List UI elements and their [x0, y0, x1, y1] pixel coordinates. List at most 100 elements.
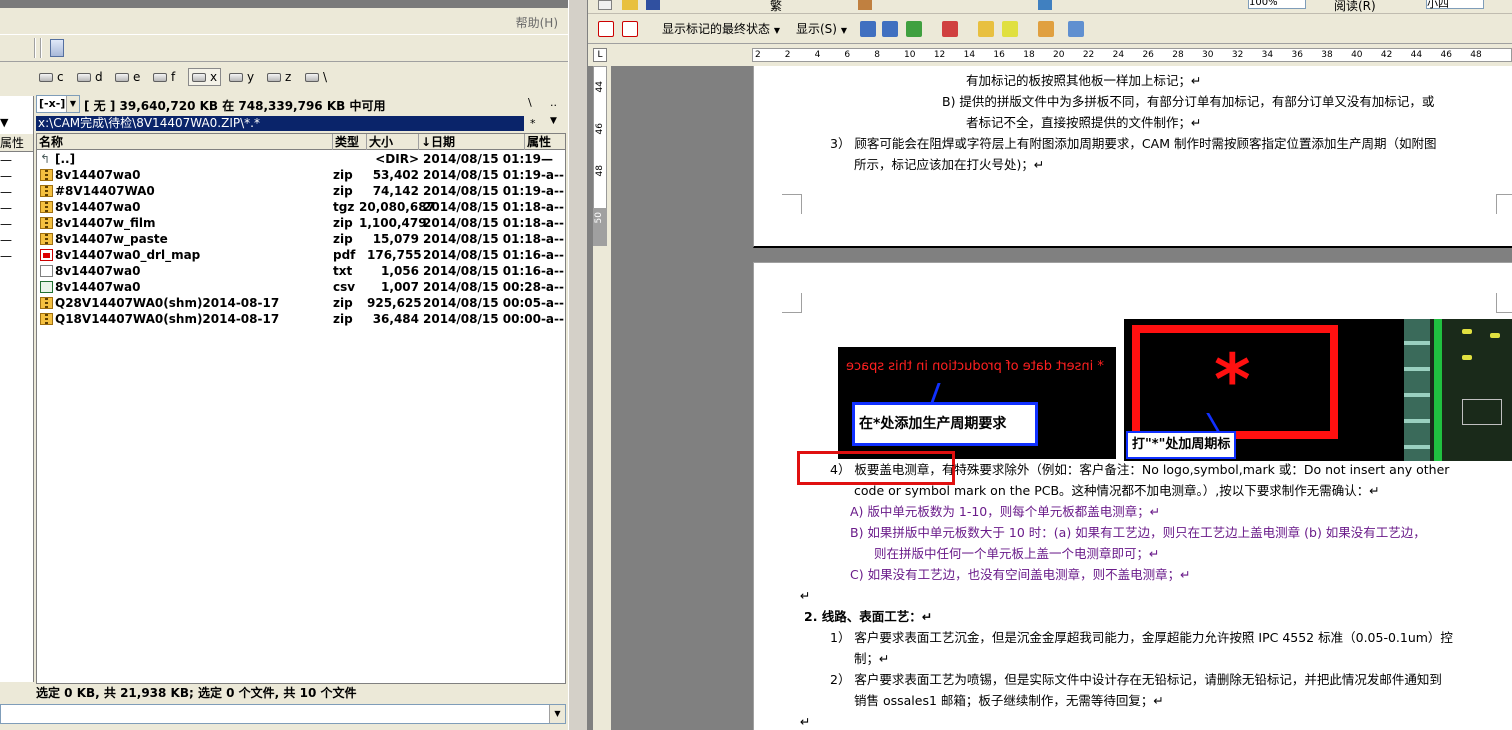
file-row[interactable]: #8V14407WA0 zip 74,142 2014/08/15 01:19-a-- — [37, 183, 565, 199]
drive-label: c — [57, 70, 64, 84]
drive-button-z[interactable]: z — [264, 68, 294, 86]
file-row[interactable]: 8v14407w_paste zip 15,079 2014/08/15 01:18-… — [37, 231, 565, 247]
up-folder-icon: ↰ — [40, 152, 51, 166]
chevron-down-icon: ▼ — [66, 96, 79, 112]
file-row[interactable]: 8v14407wa0 csv 1,007 2014/08/15 00:28-a-- — [37, 279, 565, 295]
file-name: 8v14407w_film — [55, 216, 156, 230]
ruler-tick: 8 — [874, 50, 880, 60]
file-row[interactable]: Q18V14407WA0(shm)2014-08-17 zip 36,484 2014… — [37, 311, 565, 327]
column-header-name[interactable]: 名称 — [37, 134, 333, 150]
other-panel-attr-header[interactable]: 属性 — [0, 134, 33, 152]
previous-change-icon[interactable] — [860, 21, 876, 37]
pcb-date-code-image[interactable]: * insert date of production in this spac… — [838, 347, 1116, 459]
zip-file-icon — [40, 233, 53, 245]
column-header-date[interactable]: ↓日期 — [419, 134, 525, 150]
track-changes-icon[interactable] — [1038, 21, 1054, 37]
ruler-tick: 40 — [1351, 50, 1363, 60]
traditional-chinese-button[interactable]: 繁 — [770, 0, 782, 14]
file-row[interactable]: 8v14407wa0 zip 53,402 2014/08/15 01:19-a-- — [37, 167, 565, 183]
ruler-tick: 38 — [1321, 50, 1333, 60]
zoom-value: 100% — [1249, 0, 1278, 8]
zoom-select[interactable]: 100% — [1248, 0, 1306, 9]
save-icon[interactable] — [646, 0, 660, 10]
next-change-icon[interactable] — [882, 21, 898, 37]
ruler-tick: 12 — [933, 50, 946, 60]
filter-button[interactable]: * — [530, 117, 536, 130]
drive-button-x[interactable]: x — [188, 68, 222, 86]
file-size: 1,100,479 — [359, 216, 427, 230]
ruler-tick: 44 — [1410, 50, 1423, 60]
file-row[interactable]: Q28V14407WA0(shm)2014-08-17 zip 925,625 201… — [37, 295, 565, 311]
new-document-icon[interactable] — [598, 0, 612, 10]
file-date: 2014/08/15 01:19-a-- — [423, 184, 564, 198]
image-callout: 在*处添加生产周期要求 — [852, 402, 1038, 446]
file-row[interactable]: ↰ [..] <DIR> 2014/08/15 01:19— — [37, 151, 565, 167]
tab-selector[interactable]: L — [593, 48, 607, 62]
drive-button-d[interactable]: d — [74, 68, 106, 86]
file-row[interactable]: 8v14407wa0 tgz 20,080,687 2014/08/15 01:18-… — [37, 199, 565, 215]
doc-line: 4） 板要盖电测章，有特殊要求除外（例如：客户备注：No logo,symbol… — [830, 462, 1450, 477]
reject-change-icon[interactable] — [942, 21, 958, 37]
drive-label: x — [210, 70, 218, 84]
reviewing-pane-icon[interactable] — [1068, 21, 1084, 37]
font-size-select[interactable]: 小四 — [1426, 0, 1484, 9]
file-row[interactable]: 8v14407wa0_drl_map pdf 176,755 2014/08/15 0… — [37, 247, 565, 263]
ruler-tick: 6 — [844, 50, 851, 60]
horizontal-ruler[interactable]: 2 2 4 6 8 10 12 14 16 18 20 22 24 26 28 30 32 34 36 38 40 42 4… — [752, 48, 1512, 62]
doc-line: ↵ — [800, 588, 811, 603]
pcb-pad — [1462, 355, 1472, 360]
chevron-down-icon[interactable]: ▼ — [550, 116, 557, 126]
vertical-ruler[interactable]: 44 46 48 50 — [593, 66, 607, 730]
drive-button-c[interactable]: c — [36, 68, 67, 86]
column-header-attr[interactable]: 属性 — [525, 134, 565, 150]
file-date: 2014/08/15 01:19— — [423, 152, 553, 166]
file-row[interactable]: 8v14407wa0 txt 1,056 2014/08/15 01:16-a-- — [37, 263, 565, 279]
pcb-board-detail — [1404, 319, 1512, 461]
other-panel-chevron[interactable]: ▼ — [0, 116, 33, 134]
csv-file-icon — [40, 281, 53, 293]
pdf-icon[interactable] — [598, 21, 614, 37]
file-date: 2014/08/15 01:16-a-- — [423, 264, 564, 278]
accept-change-icon[interactable] — [906, 21, 922, 37]
column-header-ext[interactable]: 类型 — [333, 134, 367, 150]
file-list: 名称 类型 大小 ↓日期 属性 ↰ [..] <DIR> 2014/08/15 01:… — [36, 133, 566, 684]
callout-arrow — [930, 383, 941, 403]
drive-button-e[interactable]: e — [112, 68, 143, 86]
table-icon[interactable] — [1038, 0, 1052, 10]
new-comment-icon[interactable] — [978, 21, 994, 37]
help-menu[interactable]: 帮助(H) — [516, 14, 558, 31]
file-ext: txt — [333, 264, 353, 278]
parent-button[interactable]: .. — [550, 96, 557, 109]
doc-line: 3） 顾客可能会在阻焊或字符层上有附图添加周期要求，CAM 制作时需按顾客指定位… — [830, 136, 1437, 151]
drive-button-f[interactable]: f — [150, 68, 178, 86]
file-row[interactable]: 8v14407w_film zip 1,100,479 2014/08/15 01:1… — [37, 215, 565, 231]
chevron-down-icon[interactable]: ▼ — [549, 705, 565, 723]
file-size: 74,142 — [372, 184, 419, 198]
file-ext: zip — [333, 296, 353, 310]
command-line-input[interactable]: ▼ — [0, 704, 566, 724]
highlight-icon[interactable] — [1002, 21, 1018, 37]
root-button[interactable]: \ — [528, 96, 532, 109]
file-date: 2014/08/15 00:28-a-- — [423, 280, 564, 294]
drive-button-network[interactable]: \ — [302, 68, 330, 86]
calculator-icon[interactable] — [50, 39, 64, 57]
ruler-tick: 24 — [1112, 50, 1125, 60]
pcb-asterisk-image[interactable]: * 打"*"处加周期标 — [1124, 319, 1512, 461]
drive-label: y — [247, 70, 255, 84]
file-rows: ↰ [..] <DIR> 2014/08/15 01:19— 8v14407wa0 zi… — [37, 151, 565, 351]
pdf-convert-icon[interactable] — [622, 21, 638, 37]
open-folder-icon[interactable] — [622, 0, 638, 10]
show-markup-button[interactable]: 显示(S) ▼ — [796, 20, 847, 38]
zip-file-icon — [40, 313, 53, 325]
drive-label: \ — [323, 70, 328, 84]
window-splitter[interactable] — [568, 0, 588, 730]
file-name: 8v14407wa0 — [55, 168, 141, 182]
drive-button-y[interactable]: y — [226, 68, 257, 86]
paste-icon[interactable] — [858, 0, 872, 10]
ruler-tick: 2 — [755, 50, 761, 60]
drive-icon — [77, 72, 91, 82]
drive-select[interactable]: [-x-] ▼ — [36, 95, 80, 113]
markup-state-select[interactable]: 显示标记的最终状态 ▼ — [662, 20, 780, 38]
column-header-size[interactable]: 大小 — [367, 134, 419, 150]
reading-mode-button[interactable]: 阅读(R) — [1334, 0, 1376, 14]
